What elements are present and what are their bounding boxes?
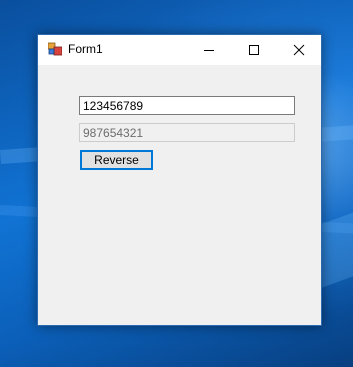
minimize-icon (203, 50, 214, 51)
output-textbox: 987654321 (79, 123, 295, 142)
form-client-area: 123456789 987654321 Reverse (38, 65, 321, 325)
minimize-button[interactable] (186, 35, 231, 65)
maximize-button[interactable] (231, 35, 276, 65)
window-title: Form1 (68, 42, 103, 56)
app-icon[interactable] (47, 42, 63, 56)
title-bar[interactable]: Form1 (38, 35, 321, 65)
maximize-icon (248, 45, 259, 55)
form-window: Form1 123456789 987654321 Reverse (37, 34, 322, 326)
input-textbox[interactable]: 123456789 (79, 96, 295, 115)
close-button[interactable] (276, 35, 321, 65)
close-icon (293, 44, 304, 56)
reverse-button[interactable]: Reverse (80, 150, 153, 170)
